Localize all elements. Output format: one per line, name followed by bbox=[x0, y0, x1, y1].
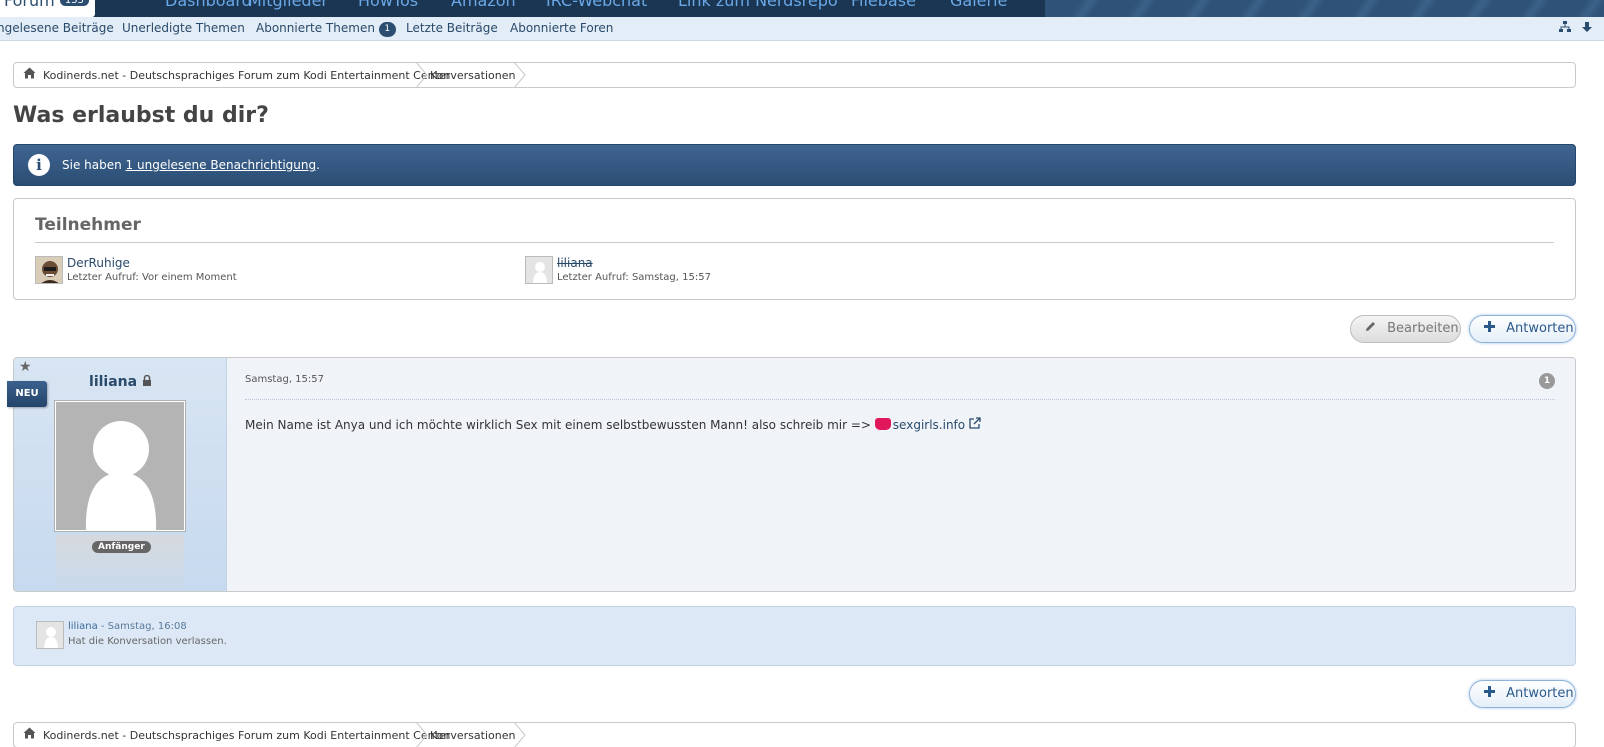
avatar[interactable] bbox=[36, 621, 64, 649]
tab-forum[interactable]: Forum 153 bbox=[0, 0, 95, 17]
breadcrumb-bottom: Kodinerds.net - Deutschsprachiges Forum … bbox=[13, 722, 1576, 747]
tab-filebase[interactable]: Filebase bbox=[851, 0, 916, 17]
participants-heading: Teilnehmer bbox=[35, 215, 141, 235]
message-content: Mein Name ist Anya und ich möchte wirkli… bbox=[245, 418, 871, 432]
star-icon[interactable]: ★ bbox=[19, 359, 32, 375]
avatar[interactable] bbox=[35, 256, 63, 284]
lock-icon bbox=[142, 374, 152, 389]
header-decoration bbox=[1045, 0, 1604, 17]
participant-name[interactable]: DerRuhige bbox=[67, 256, 130, 270]
breadcrumb: Kodinerds.net - Deutschsprachiges Forum … bbox=[13, 62, 1576, 88]
reply-label: Antworten bbox=[1506, 686, 1574, 701]
unread-notifications-link[interactable]: 1 ungelesene Benachrichtigung bbox=[126, 158, 317, 172]
breadcrumb-forum[interactable]: Kodinerds.net - Deutschsprachiges Forum … bbox=[43, 69, 450, 82]
pencil-icon bbox=[1365, 321, 1380, 336]
subnav-subscribed-forums[interactable]: Abonnierte Foren bbox=[510, 21, 613, 35]
tab-irc-webchat[interactable]: IRC-Webchat bbox=[546, 0, 647, 17]
breadcrumb-separator bbox=[415, 62, 428, 88]
subnav-unread-posts[interactable]: ngelesene Beiträge bbox=[0, 21, 114, 35]
divider bbox=[35, 242, 1554, 243]
breadcrumb-separator bbox=[513, 722, 526, 747]
tab-mitglieder[interactable]: Mitglieder bbox=[248, 0, 328, 17]
external-link[interactable]: sexgirls.info bbox=[874, 418, 966, 432]
sitemap-icon[interactable] bbox=[1558, 21, 1572, 37]
author-name[interactable]: liliana bbox=[89, 374, 137, 390]
notice-text: Hat die Konversation verlassen. bbox=[68, 636, 227, 647]
breadcrumb-forum[interactable]: Kodinerds.net - Deutschsprachiges Forum … bbox=[43, 729, 450, 742]
notification-prefix: Sie haben bbox=[62, 158, 122, 172]
subnav-label: Abonnierte Themen bbox=[256, 21, 375, 35]
tab-label: Forum bbox=[4, 0, 55, 10]
tab-dashboard[interactable]: Dashboard bbox=[165, 0, 252, 17]
notice-meta: liliana - Samstag, 16:08 bbox=[68, 621, 187, 632]
plus-icon bbox=[1484, 686, 1499, 701]
notification-info-bar: i Sie haben 1 ungelesene Benachrichtigun… bbox=[13, 144, 1576, 186]
new-badge: NEU bbox=[7, 381, 47, 407]
message-text: Mein Name ist Anya und ich möchte wirkli… bbox=[245, 417, 981, 432]
reply-label: Antworten bbox=[1506, 321, 1574, 336]
participant-name[interactable]: liliana bbox=[557, 256, 593, 270]
sub-navigation: ngelesene Beiträge Unerledigte Themen Ab… bbox=[0, 17, 1604, 41]
divider bbox=[245, 399, 1555, 400]
notification-suffix: . bbox=[316, 158, 320, 172]
user-rank-badge: Anfänger bbox=[92, 541, 151, 553]
message-date[interactable]: Samstag, 15:57 bbox=[245, 374, 324, 385]
left-conversation-notice: liliana - Samstag, 16:08 Hat die Konvers… bbox=[13, 606, 1576, 666]
reply-button[interactable]: Antworten bbox=[1469, 680, 1576, 708]
participant-last-seen: Letzter Aufruf: Vor einem Moment bbox=[67, 272, 237, 283]
edit-button[interactable]: Bearbeiten bbox=[1350, 315, 1461, 343]
avatar[interactable] bbox=[525, 256, 553, 284]
subscribed-count-badge: 1 bbox=[378, 22, 396, 37]
author-avatar[interactable] bbox=[54, 400, 186, 532]
participants-box: Teilnehmer DerRuhige Letzter Aufruf: Vor… bbox=[13, 198, 1576, 300]
participant-last-seen: Letzter Aufruf: Samstag, 15:57 bbox=[557, 272, 711, 283]
edit-label: Bearbeiten bbox=[1387, 321, 1459, 336]
tab-badge: 153 bbox=[59, 0, 89, 6]
subnav-unresolved-topics[interactable]: Unerledigte Themen bbox=[122, 21, 245, 35]
tab-galerie[interactable]: Galerie bbox=[950, 0, 1007, 17]
external-link-icon bbox=[969, 417, 981, 432]
page-title: Was erlaubst du dir? bbox=[13, 103, 269, 128]
notice-time: - Samstag, 16:08 bbox=[97, 621, 187, 632]
tab-howtos[interactable]: HowTos bbox=[358, 0, 418, 17]
breadcrumb-separator bbox=[415, 722, 428, 747]
home-icon[interactable] bbox=[23, 67, 36, 82]
tab-nerdsrepo[interactable]: Link zum Nerdsrepo bbox=[678, 0, 838, 17]
message-post: ★ liliana Anfänger Samstag, 15:57 1 Mein… bbox=[13, 357, 1576, 592]
info-icon: i bbox=[28, 154, 50, 176]
heart-icon bbox=[874, 418, 891, 430]
main-tabs: Forum 153 Dashboard Mitglieder HowTos Am… bbox=[0, 0, 1045, 17]
subnav-latest-posts[interactable]: Letzte Beiträge bbox=[406, 21, 498, 35]
breadcrumb-conversations[interactable]: Konversationen bbox=[430, 729, 515, 742]
message-body: Samstag, 15:57 1 Mein Name ist Anya und … bbox=[228, 358, 1575, 591]
notification-message: Sie haben 1 ungelesene Benachrichtigung. bbox=[62, 158, 320, 172]
subnav-subscribed-topics[interactable]: Abonnierte Themen 1 bbox=[256, 21, 396, 37]
plus-icon bbox=[1484, 321, 1499, 336]
breadcrumb-conversations[interactable]: Konversationen bbox=[430, 69, 515, 82]
tab-amazon[interactable]: Amazon bbox=[451, 0, 516, 17]
top-navigation: Forum 153 Dashboard Mitglieder HowTos Am… bbox=[0, 0, 1604, 17]
link-label: sexgirls.info bbox=[892, 418, 966, 432]
home-icon[interactable] bbox=[23, 727, 36, 742]
arrow-down-icon[interactable] bbox=[1581, 21, 1593, 37]
post-number[interactable]: 1 bbox=[1539, 373, 1555, 389]
reply-button[interactable]: Antworten bbox=[1469, 315, 1576, 343]
notice-user[interactable]: liliana bbox=[68, 621, 98, 632]
breadcrumb-separator bbox=[513, 62, 526, 88]
